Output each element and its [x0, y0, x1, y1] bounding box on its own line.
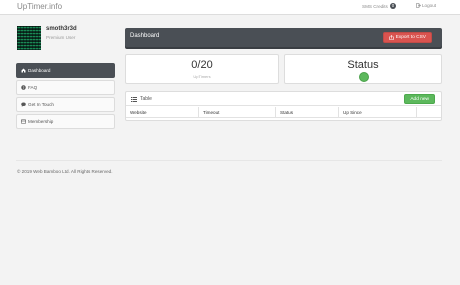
export-icon	[388, 35, 394, 40]
logout-label: Logout	[422, 3, 437, 8]
sms-credits-label: SMS Credits	[362, 3, 388, 9]
status-title: Status	[347, 59, 379, 71]
table-title: Table	[131, 96, 152, 102]
column-header-website[interactable]: Website	[126, 107, 199, 117]
export-csv-label: Export to CSV	[395, 35, 426, 40]
sidebar-item-label: Get In Touch	[28, 102, 54, 107]
brand-logo[interactable]: UpTimer.info	[17, 2, 62, 11]
card-icon	[21, 119, 26, 124]
uptimers-count: 0/20	[191, 59, 213, 71]
logout-icon	[416, 3, 421, 8]
sms-credits-badge: 0	[389, 3, 397, 9]
comment-icon	[21, 102, 26, 107]
sidebar-item-label: Dashboard	[28, 68, 51, 73]
uptimers-table-panel: Table Add new Website Timeout Status Up …	[125, 91, 442, 121]
sidebar-item-faq[interactable]: ? FAQ	[16, 80, 115, 95]
question-icon: ?	[21, 85, 26, 90]
user-name: smoth3r3d	[46, 26, 77, 32]
svg-text:?: ?	[23, 86, 25, 90]
logout-link[interactable]: Logout	[416, 3, 436, 8]
sidebar-nav: Dashboard ? FAQ Get In Touch Membership	[16, 63, 115, 131]
home-icon	[21, 68, 26, 73]
sms-credits-link[interactable]: SMS Credits 0	[362, 3, 397, 9]
table-header-row: Website Timeout Status Up Since	[126, 107, 441, 118]
status-indicator-dot	[359, 72, 369, 82]
page-title: Dashboard	[130, 33, 160, 39]
table-title-label: Table	[140, 96, 152, 102]
column-header-actions	[417, 107, 441, 117]
column-header-status[interactable]: Status	[276, 107, 339, 117]
column-header-timeout[interactable]: Timeout	[199, 107, 276, 117]
sidebar-item-label: Membership	[28, 119, 54, 124]
top-navbar: UpTimer.info SMS Credits 0 Logout	[0, 0, 460, 15]
dashboard-header: Dashboard Export to CSV	[125, 28, 442, 47]
user-role: Premium User	[46, 35, 76, 40]
footer-copyright: © 2019 Web Bamboo Ltd. All Rights Reserv…	[17, 169, 113, 174]
column-header-up-since[interactable]: Up Since	[339, 107, 417, 117]
sidebar-item-get-in-touch[interactable]: Get In Touch	[16, 97, 115, 112]
sidebar-item-label: FAQ	[28, 85, 38, 90]
add-new-button[interactable]: Add new	[404, 94, 435, 104]
uptimers-label: UpTimers	[193, 74, 211, 79]
footer-divider	[16, 160, 442, 161]
avatar	[17, 26, 41, 50]
table-panel-header: Table Add new	[126, 92, 441, 106]
sidebar-item-dashboard[interactable]: Dashboard	[16, 63, 115, 78]
export-csv-button[interactable]: Export to CSV	[382, 32, 432, 43]
status-stat-card: Status	[284, 54, 442, 84]
list-icon	[131, 96, 137, 102]
uptimers-stat-card: 0/20 UpTimers	[125, 54, 279, 84]
sidebar-item-membership[interactable]: Membership	[16, 114, 115, 129]
